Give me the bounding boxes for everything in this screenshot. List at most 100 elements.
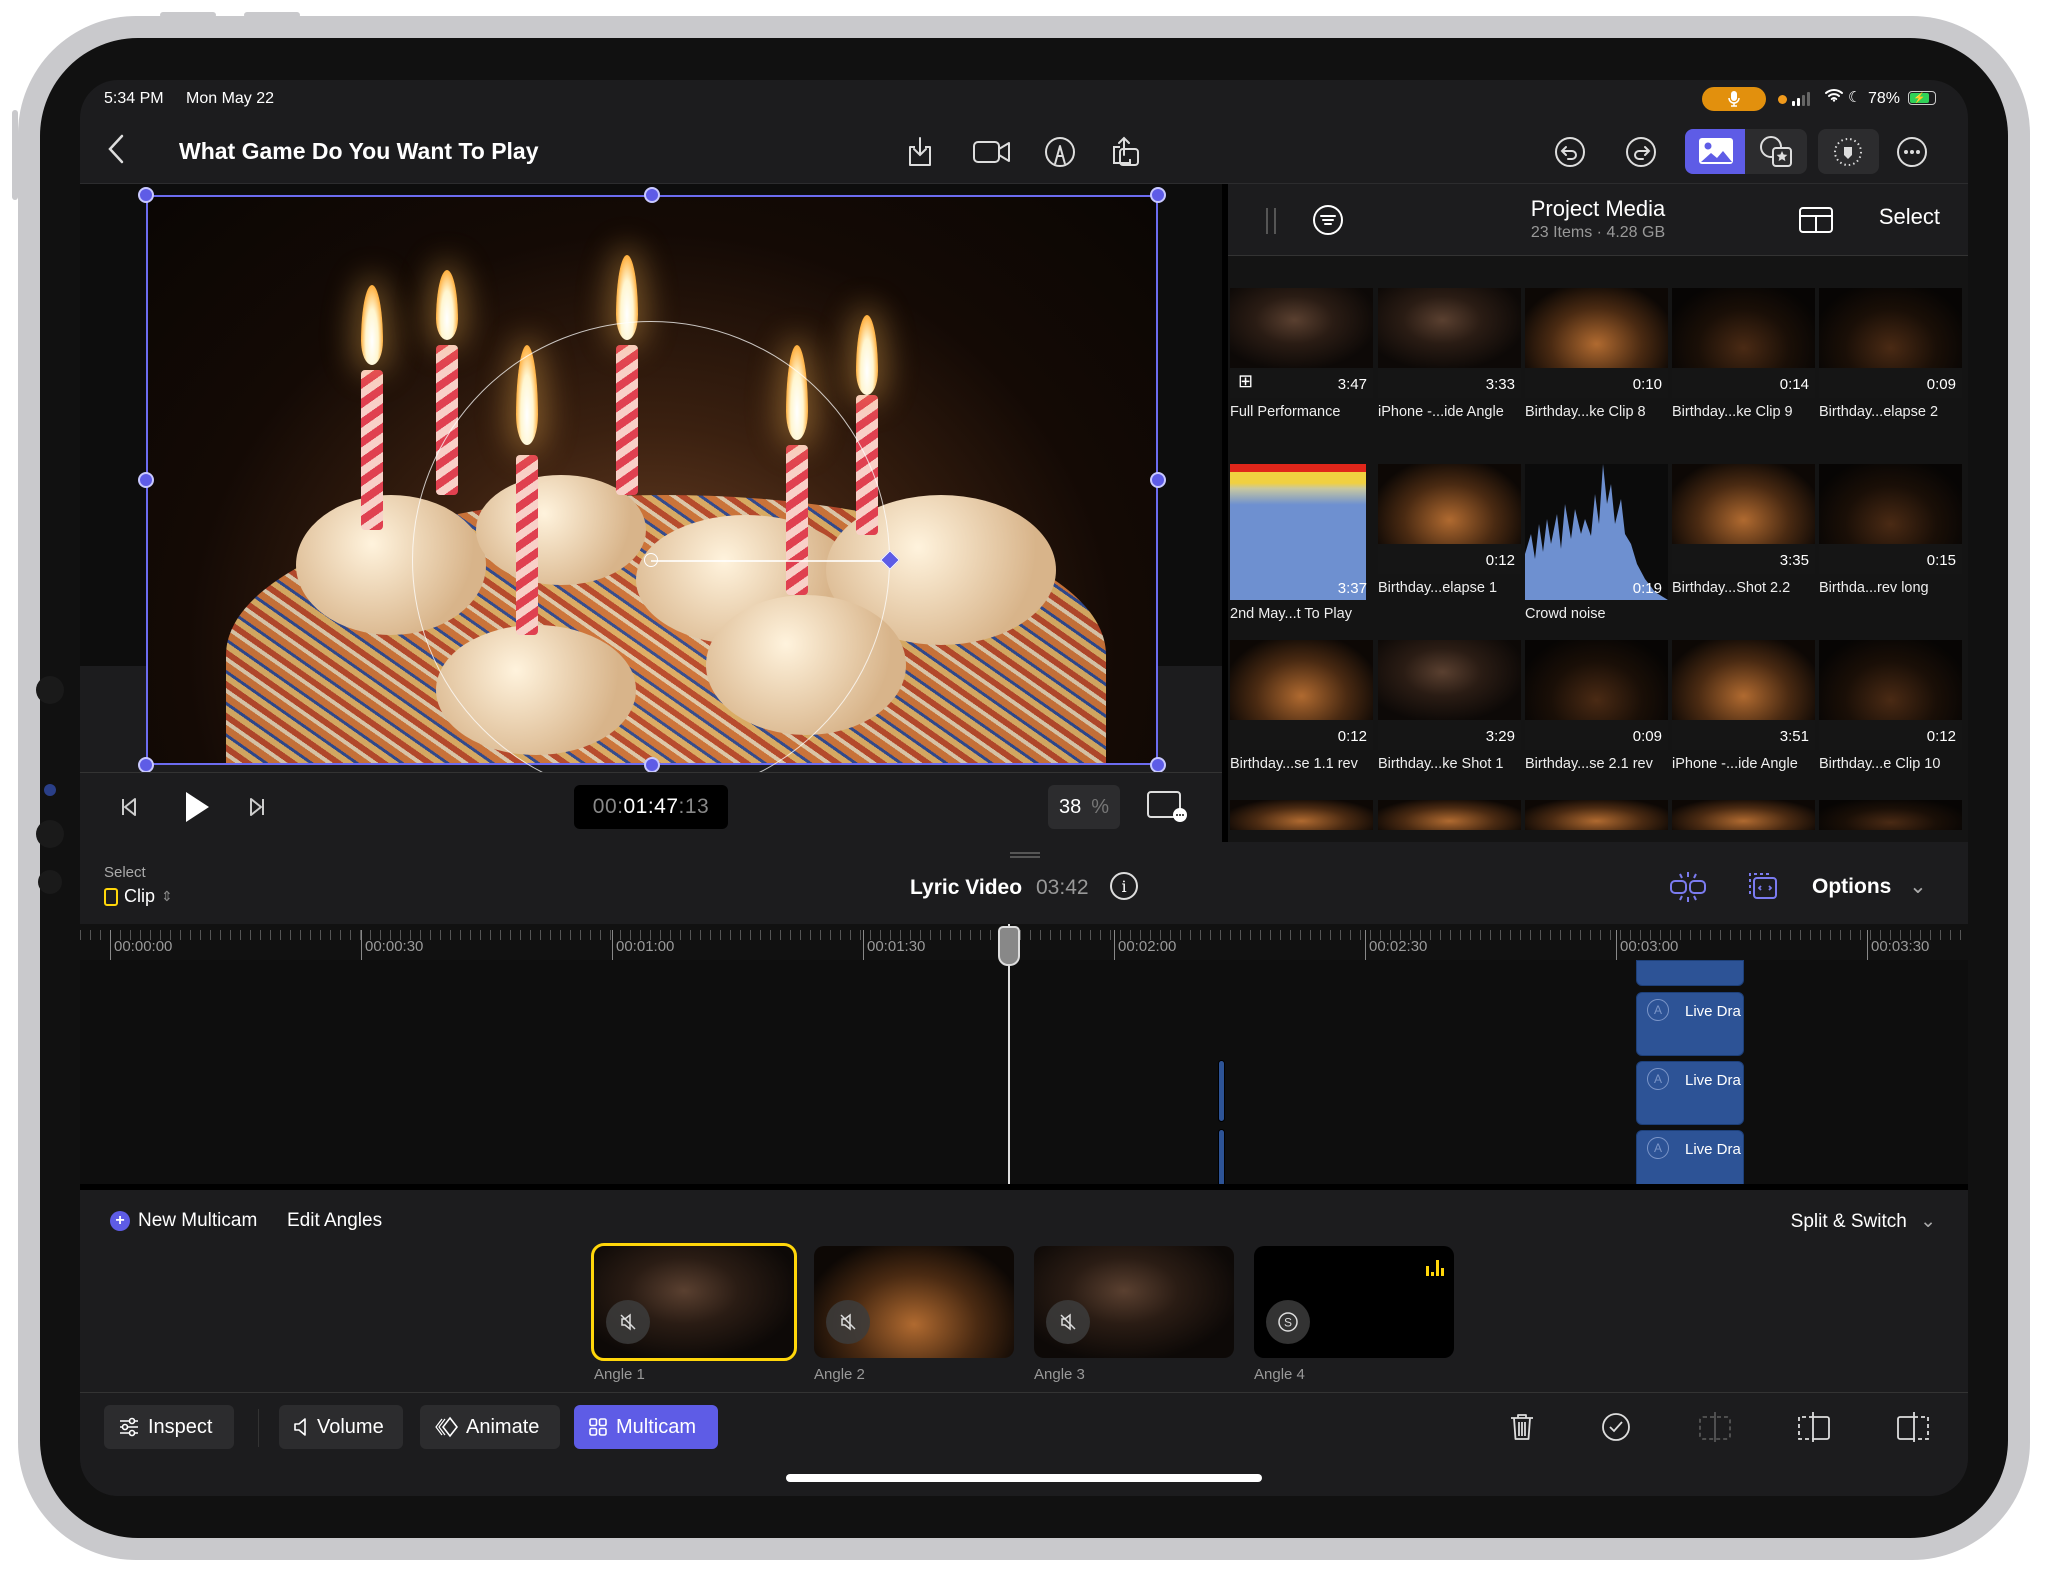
live-drawing-icon[interactable] xyxy=(1042,134,1078,170)
resize-handle[interactable] xyxy=(138,472,154,488)
media-thumbnail[interactable] xyxy=(1230,800,1373,830)
layout-icon[interactable] xyxy=(1798,206,1834,234)
media-item[interactable]: 0:12 Birthday...se 1.1 rev xyxy=(1230,640,1373,772)
media-item[interactable]: 3:51 iPhone -...ide Angle xyxy=(1672,640,1815,772)
ruler-label: 00:00:30 xyxy=(365,938,424,955)
photos-button[interactable] xyxy=(1685,129,1745,174)
angle-thumbnail[interactable] xyxy=(591,1243,797,1361)
solo-icon[interactable]: S xyxy=(1266,1300,1310,1344)
undo-icon[interactable] xyxy=(1552,134,1588,170)
import-icon[interactable] xyxy=(902,134,938,170)
media-item[interactable]: 0:12 Birthday...e Clip 10 xyxy=(1819,640,1962,772)
ruler-tick xyxy=(1114,930,1115,960)
media-item[interactable]: ⊞ 3:47 Full Performance xyxy=(1230,288,1373,420)
status-bar: 5:34 PM Mon May 22 ☾ 78% ⚡ xyxy=(80,80,1968,120)
timeline-clip[interactable]: A Live Drawing xyxy=(1636,992,1744,1056)
title-bar: What Game Do You Want To Play xyxy=(80,120,1968,184)
ruler-tick xyxy=(110,930,111,960)
media-thumbnail[interactable] xyxy=(1672,800,1815,830)
timeline-clip[interactable] xyxy=(1636,960,1744,986)
clip-sliver[interactable] xyxy=(1218,1060,1225,1122)
media-item[interactable]: 0:15 Birthda...rev long xyxy=(1819,464,1962,596)
sensor xyxy=(36,676,64,704)
trim-start-icon[interactable] xyxy=(1794,1407,1834,1447)
selection-mode-picker[interactable]: Clip ⇕ xyxy=(104,886,173,907)
info-icon[interactable]: i xyxy=(1110,872,1138,900)
options-menu[interactable]: Options ⌄ xyxy=(1812,874,1927,899)
transport-bar: 00: 01:47:13 38% xyxy=(80,772,1222,842)
resize-handle[interactable] xyxy=(1150,187,1166,203)
timeline-ruler[interactable]: 00:00:00 00:00:30 00:01:00 00:01:30 00:02:00… xyxy=(80,924,1968,960)
media-item[interactable]: 3:29 Birthday...ke Shot 1 xyxy=(1378,640,1521,772)
skip-forward-icon[interactable] xyxy=(248,797,266,817)
new-multicam-button[interactable]: + New Multicam xyxy=(110,1210,257,1232)
audio-meter-icon xyxy=(1426,1260,1444,1276)
split-icon[interactable] xyxy=(1695,1407,1735,1447)
share-icon[interactable] xyxy=(1108,134,1144,170)
media-thumbnail[interactable] xyxy=(1525,800,1668,830)
media-item[interactable]: 0:19 Crowd noise xyxy=(1525,464,1668,622)
media-library-button[interactable] xyxy=(1745,129,1807,174)
media-item[interactable]: 0:14 Birthday...ke Clip 9 xyxy=(1672,288,1815,420)
animate-button[interactable]: Animate xyxy=(420,1405,560,1449)
resize-handle[interactable] xyxy=(1150,757,1166,773)
multicam-button[interactable]: Multicam xyxy=(574,1405,718,1449)
redo-icon[interactable] xyxy=(1623,134,1659,170)
resize-handle[interactable] xyxy=(1150,472,1166,488)
camera-icon[interactable] xyxy=(970,134,1014,170)
media-item[interactable]: 3:33 iPhone -...ide Angle xyxy=(1378,288,1521,420)
plus-icon: + xyxy=(110,1211,130,1231)
viewer-options-icon[interactable] xyxy=(1146,789,1188,823)
media-item[interactable]: 0:09 Birthday...elapse 2 xyxy=(1819,288,1962,420)
mute-icon[interactable] xyxy=(1046,1300,1090,1344)
clip-sliver[interactable] xyxy=(1218,1129,1225,1187)
volume-button[interactable]: Volume xyxy=(279,1405,403,1449)
resize-handle[interactable] xyxy=(138,757,154,773)
home-indicator[interactable] xyxy=(786,1474,1262,1482)
media-thumbnail[interactable] xyxy=(1819,800,1962,830)
media-thumbnail[interactable] xyxy=(1378,800,1521,830)
ruler-label: 00:01:30 xyxy=(867,938,926,955)
trash-icon[interactable] xyxy=(1502,1407,1542,1447)
media-item[interactable]: 0:09 Birthday...se 2.1 rev xyxy=(1525,640,1668,772)
detach-icon[interactable] xyxy=(1744,868,1780,904)
play-icon[interactable] xyxy=(184,791,210,823)
trim-end-icon[interactable] xyxy=(1893,1407,1933,1447)
checkmark-icon[interactable] xyxy=(1596,1407,1636,1447)
media-item[interactable]: 0:12 Birthday...elapse 1 xyxy=(1378,464,1521,596)
edit-angles-button[interactable]: Edit Angles xyxy=(287,1210,382,1232)
split-switch-menu[interactable]: Split & Switch ⌄ xyxy=(1791,1210,1936,1233)
keyframe-icon xyxy=(435,1416,458,1438)
chevron-down-icon: ⌄ xyxy=(1909,875,1927,898)
voiceover-button[interactable] xyxy=(1818,129,1879,174)
resize-grip[interactable] xyxy=(1010,852,1040,858)
angle-thumbnail[interactable] xyxy=(1034,1246,1234,1358)
angle-thumbnail[interactable]: S xyxy=(1254,1246,1454,1358)
selection-mode-label: Clip xyxy=(124,886,156,906)
center-handle[interactable] xyxy=(644,553,658,567)
media-item[interactable]: 3:35 Birthday...Shot 2.2 xyxy=(1672,464,1815,596)
skip-back-icon[interactable] xyxy=(120,797,138,817)
mute-icon[interactable] xyxy=(826,1300,870,1344)
timeline-clip[interactable]: A Live Drawing xyxy=(1636,1130,1744,1190)
inspect-button[interactable]: Inspect xyxy=(104,1405,234,1449)
zoom-level[interactable]: 38% xyxy=(1048,785,1120,829)
angle-thumbnail[interactable] xyxy=(814,1246,1014,1358)
split-clip-icon[interactable] xyxy=(1668,870,1708,904)
playhead-handle[interactable] xyxy=(998,926,1020,966)
timeline[interactable]: 00:00:00 00:00:30 00:01:00 00:01:30 00:02:00… xyxy=(80,924,1968,1190)
ruler-label: 00:00:00 xyxy=(114,938,173,955)
media-item[interactable]: 0:10 Birthday...ke Clip 8 xyxy=(1525,288,1668,420)
resize-handle[interactable] xyxy=(138,187,154,203)
media-header: Project Media 23 Items · 4.28 GB Select xyxy=(1228,184,1968,256)
resize-handle[interactable] xyxy=(644,187,660,203)
timecode-display[interactable]: 00: 01:47:13 xyxy=(574,785,728,829)
more-icon[interactable] xyxy=(1894,134,1930,170)
live-drawing-icon: A xyxy=(1647,999,1669,1021)
chevron-left-icon[interactable] xyxy=(106,132,126,166)
timeline-clip[interactable]: A Live Drawing xyxy=(1636,1061,1744,1125)
ruler-tick xyxy=(361,930,362,960)
select-button[interactable]: Select xyxy=(1879,204,1940,230)
mute-icon[interactable] xyxy=(606,1300,650,1344)
media-item[interactable]: 3:37 2nd May...t To Play xyxy=(1230,464,1373,622)
